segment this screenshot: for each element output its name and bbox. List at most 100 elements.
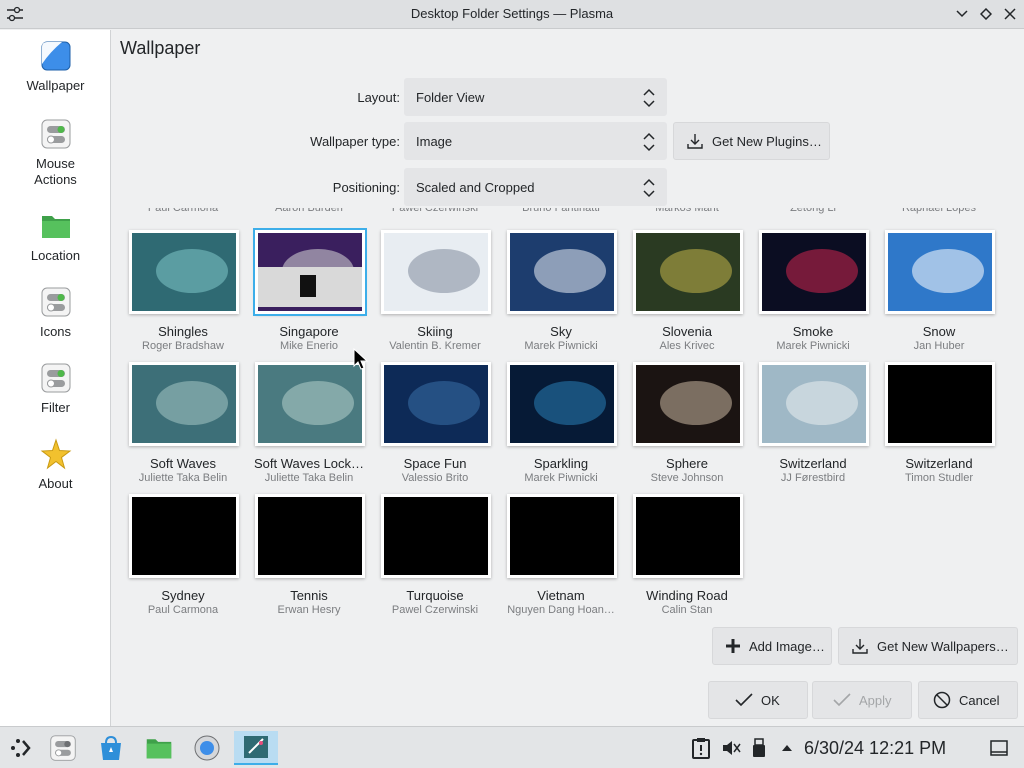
wallpaper-name: Turquoise [406,588,464,603]
wallpaper-tile[interactable]: Space Fun Valessio Brito [364,340,491,484]
active-window-task[interactable] [234,731,278,765]
sidebar-item-filter[interactable]: Filter [0,362,111,416]
tray-expand-icon [782,745,792,751]
wallpaper-preview-image [510,497,614,575]
wallpaper-tile[interactable]: Sydney Paul Carmona [112,472,239,616]
minimize-button[interactable] [952,4,972,24]
wallpaper-thumbnail[interactable] [129,230,239,314]
browser-task[interactable] [190,731,224,765]
ok-button[interactable]: OK [708,681,808,719]
wallpaper-name: Skiing [417,324,453,339]
wallpaper-tile[interactable]: Skiing Valentin B. Kremer [364,208,491,352]
wallpaper-tile[interactable]: Soft Waves Juliette Taka Belin [112,340,239,484]
clipboard-tray[interactable] [684,731,718,765]
wallpaper-tile[interactable]: Sparkling Marek Piwnicki [490,340,617,484]
maximize-button[interactable] [976,4,996,24]
wallpaper-thumbnail[interactable] [759,362,869,446]
wallpaper-thumbnail[interactable] [633,362,743,446]
wallpaper-name: Winding Road [646,588,728,603]
wallpaper-icon [41,41,70,71]
system-settings-task[interactable] [46,731,80,765]
wallpaper-tile[interactable]: Shingles Roger Bradshaw [112,208,239,352]
close-button[interactable] [1000,4,1020,24]
file-manager-task[interactable] [142,731,176,765]
wallpaper-tile[interactable]: Turquoise Pawel Czerwinski [364,472,491,616]
positioning-value: Scaled and Cropped [416,179,535,195]
download-icon [687,134,703,149]
sidebar-item-wallpaper[interactable]: Wallpaper [0,40,111,94]
sidebar-item-label: Filter [41,400,70,415]
sidebar-item-label: Location [30,248,81,263]
wallpaper-tile[interactable]: Snow Jan Huber [868,208,995,352]
window-titlebar[interactable]: Desktop Folder Settings — Plasma [0,0,1024,29]
chevron-updown-icon [643,132,655,152]
mouse-cursor-icon [353,348,369,370]
wallpaper-thumbnail[interactable] [129,494,239,578]
ok-label: OK [761,692,780,708]
chevron-updown-icon [643,178,655,198]
wallpaper-tile[interactable]: Smoke Marek Piwnicki [742,208,869,352]
wallpaper-tile[interactable]: Switzerland Timon Studler [868,340,995,484]
wallpaper-name: Soft Waves Lock… [253,456,365,471]
wallpaper-type-value: Image [416,133,453,149]
get-new-plugins-button[interactable]: Get New Plugins… [673,122,830,160]
wallpaper-name: Vietnam [537,588,585,603]
wallpaper-tile[interactable]: Soft Waves Lock… Juliette Taka Belin [238,340,365,484]
wallpaper-preview-image [132,233,236,311]
usb-device-icon [753,738,765,757]
wallpaper-preview-image [258,365,362,443]
wallpaper-thumbnail[interactable] [255,362,365,446]
wallpaper-thumbnail[interactable] [255,494,365,578]
wallpaper-thumbnail[interactable] [507,362,617,446]
positioning-combobox[interactable]: Scaled and Cropped [404,168,667,206]
wallpaper-preview-image [258,497,362,575]
sidebar-item-location[interactable]: Location [0,210,111,264]
wallpaper-thumbnail[interactable] [381,494,491,578]
wallpaper-thumbnail[interactable] [759,230,869,314]
wallpaper-tile[interactable]: Tennis Erwan Hesry [238,472,365,616]
wallpaper-thumbnail[interactable] [381,362,491,446]
show-desktop-button[interactable] [982,731,1016,765]
folder-icon [41,216,70,238]
wallpaper-type-combobox[interactable]: Image [404,122,667,160]
wallpaper-thumbnail[interactable] [253,228,367,316]
wallpaper-tile[interactable]: Switzerland JJ Førestbird [742,340,869,484]
clock[interactable]: 6/30/24 12:21 PM [804,738,946,759]
layout-combobox[interactable]: Folder View [404,78,667,116]
active-window-icon [244,736,268,758]
main-panel: Wallpaper Layout: Folder View Wallpaper … [112,30,1024,726]
sidebar-item-about[interactable]: About [0,438,111,492]
wallpaper-tile[interactable]: Sky Marek Piwnicki [490,208,617,352]
get-new-wallpapers-button[interactable]: Get New Wallpapers… [838,627,1018,665]
wallpaper-thumbnail[interactable] [633,494,743,578]
wallpaper-tile[interactable]: Singapore Mike Enerio [238,208,367,352]
apply-button[interactable]: Apply [812,681,912,719]
wallpaper-thumbnail[interactable] [129,362,239,446]
sidebar-item-icons[interactable]: Icons [0,286,111,340]
add-image-label: Add Image… [749,638,825,654]
cancel-icon [933,691,951,709]
wallpaper-tile[interactable]: Sphere Steve Johnson [616,340,743,484]
wallpaper-author: Timon Studler [904,472,974,484]
close-icon [1004,8,1016,20]
wallpaper-name: Soft Waves [150,456,216,471]
wallpaper-thumbnail[interactable] [507,494,617,578]
wallpaper-thumbnail[interactable] [633,230,743,314]
wallpaper-thumbnail[interactable] [381,230,491,314]
cancel-button[interactable]: Cancel [918,681,1018,719]
wallpaper-tile[interactable]: Winding Road Calin Stan [616,472,743,616]
sidebar-item-mouse-actions[interactable]: Mouse Actions [0,118,111,188]
add-image-button[interactable]: Add Image… [712,627,832,665]
tray-expand-button[interactable] [770,731,804,765]
wallpaper-name: Switzerland [779,456,847,471]
wallpaper-thumbnail[interactable] [507,230,617,314]
wallpaper-grid[interactable]: Paul Carmona Aaron Burden Pawel Czerwinski… [112,208,1024,623]
discover-task[interactable] [94,731,128,765]
wallpaper-preview-image [384,365,488,443]
app-launcher-button[interactable] [4,731,38,765]
wallpaper-tile[interactable]: Vietnam Nguyen Dang Hoan… [490,472,617,616]
wallpaper-thumbnail[interactable] [885,230,995,314]
wallpaper-name: Tennis [290,588,328,603]
wallpaper-thumbnail[interactable] [885,362,995,446]
wallpaper-tile[interactable]: Slovenia Ales Krivec [616,208,743,352]
